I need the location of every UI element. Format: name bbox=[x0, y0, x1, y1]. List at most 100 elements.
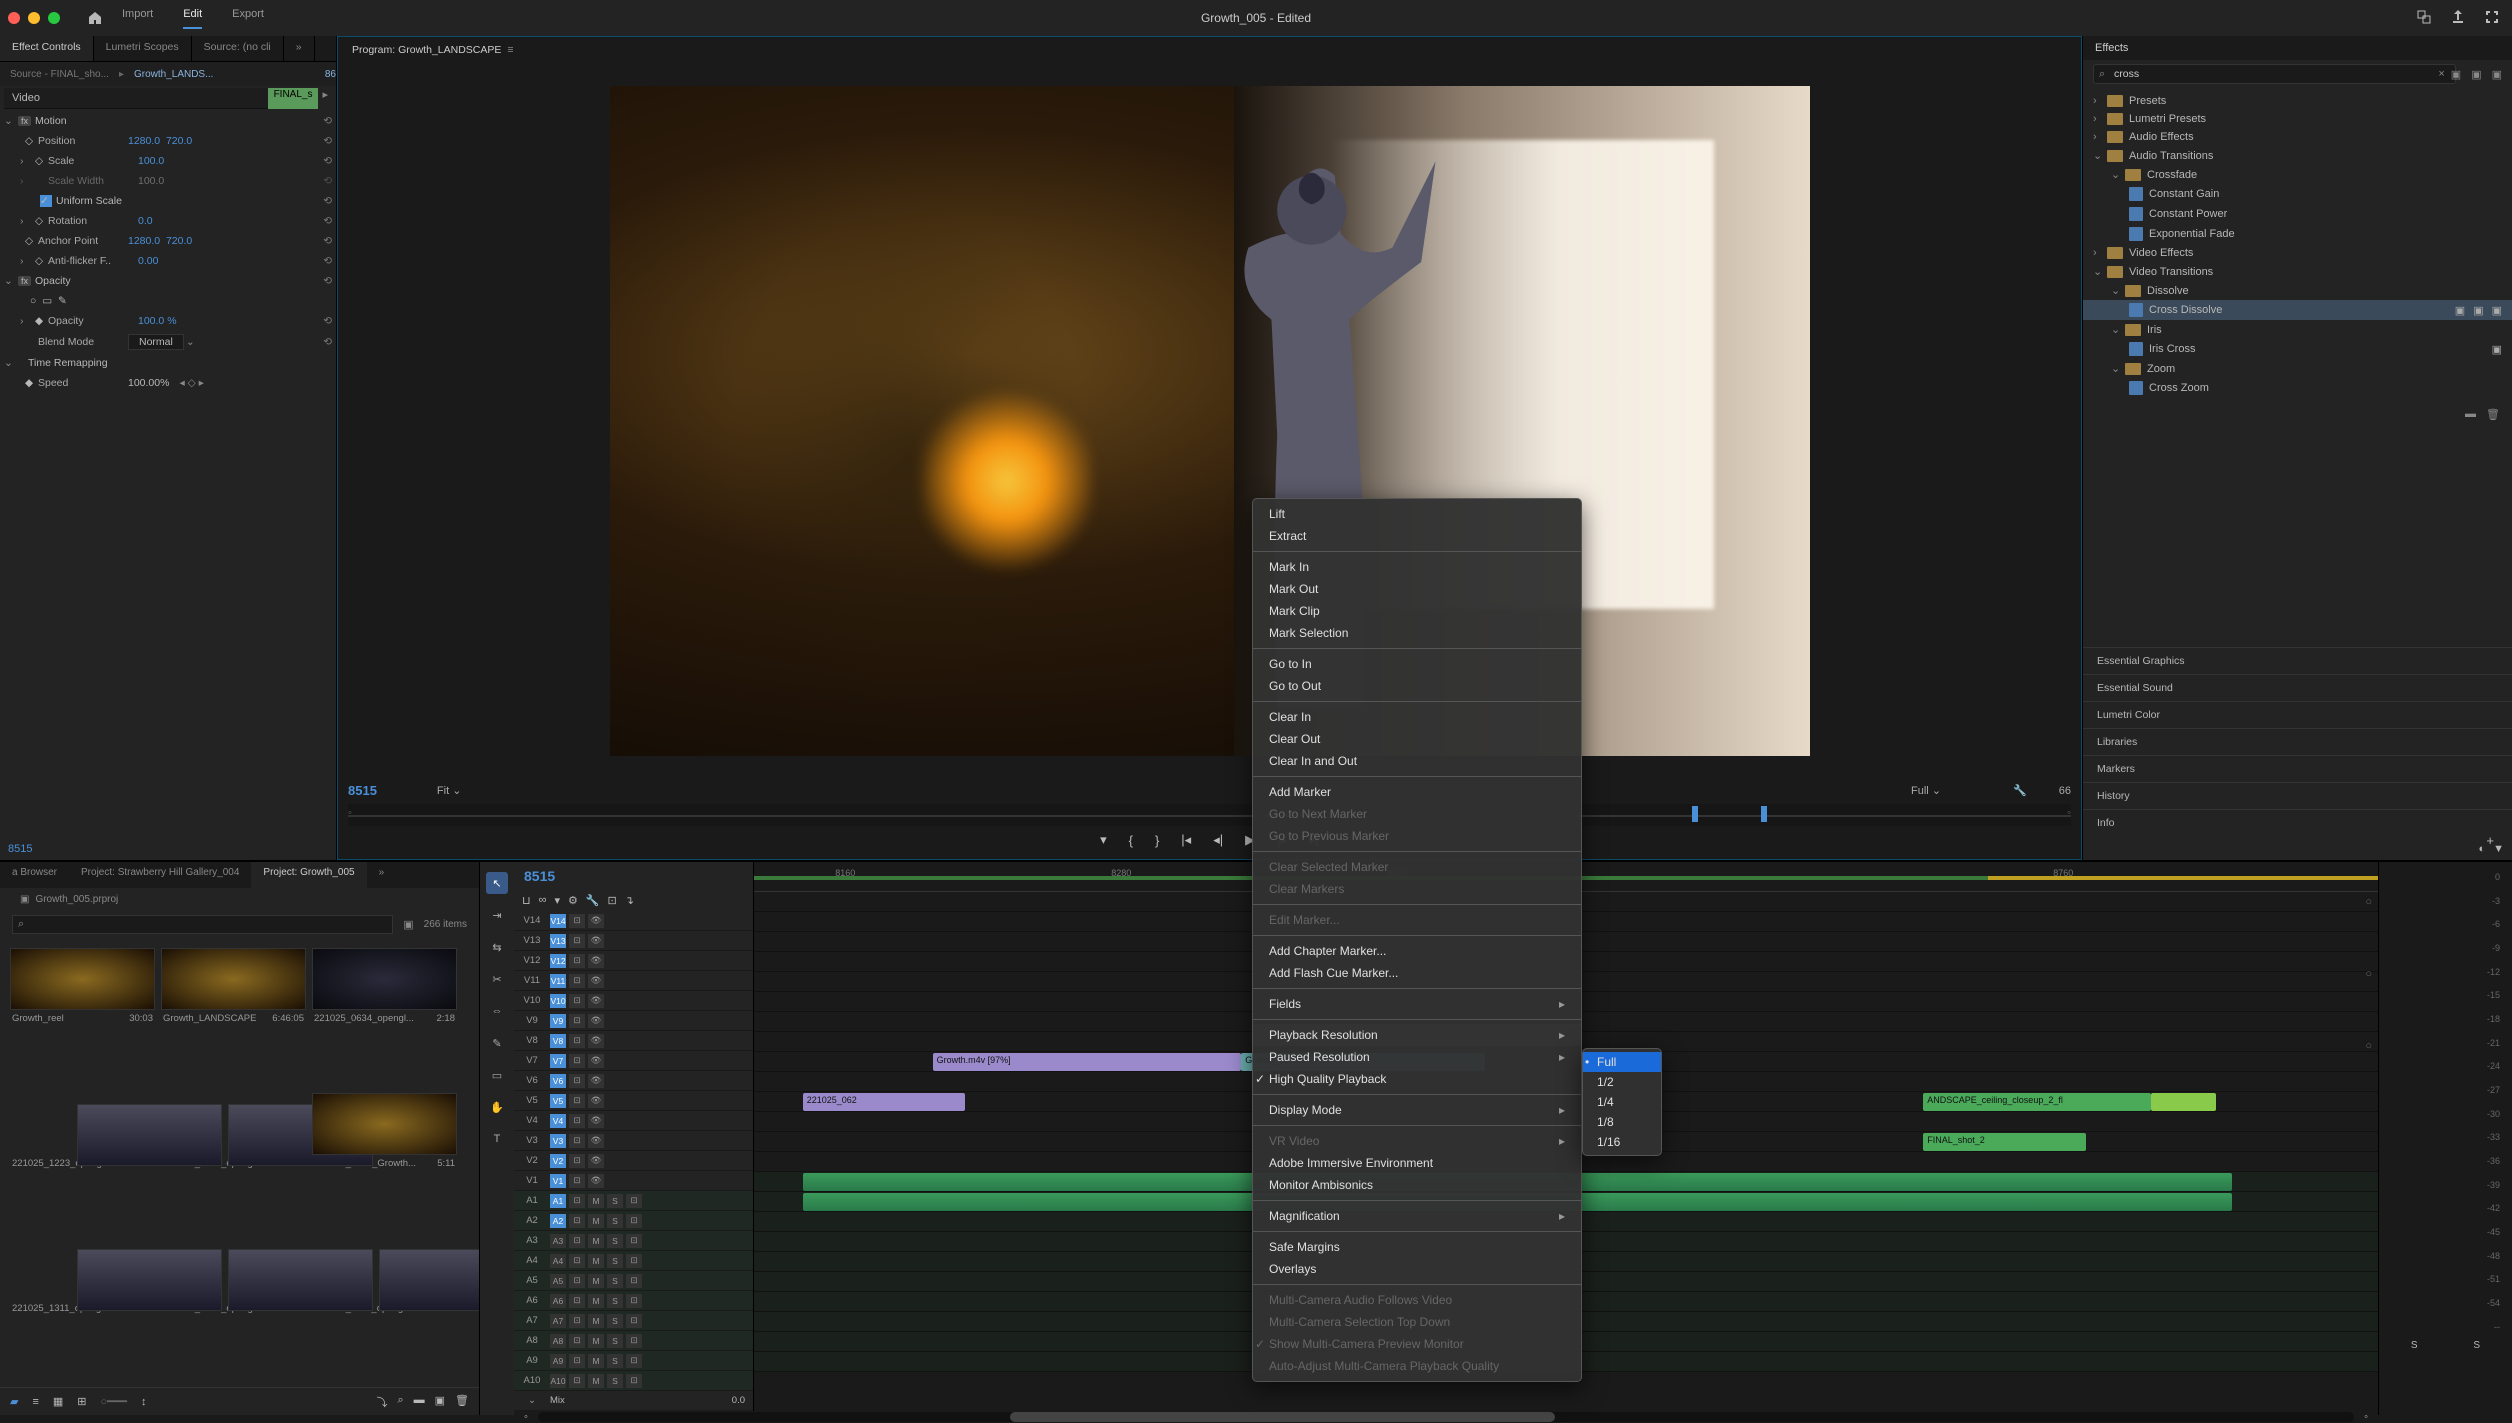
fx-opacity-header[interactable]: ⌄fxOpacity⟲ bbox=[0, 271, 336, 291]
clip-062[interactable]: 221025_062 bbox=[803, 1093, 965, 1111]
cm-mark-out[interactable]: Mark Out bbox=[1253, 578, 1581, 600]
fx-cross-zoom[interactable]: Cross Zoom bbox=[2083, 378, 2512, 398]
cm-add-flash-cue[interactable]: Add Flash Cue Marker... bbox=[1253, 962, 1581, 984]
project-bin-item[interactable]: 221025_0634_opengl...2:18 bbox=[312, 948, 457, 1087]
fx-motion-header[interactable]: ⌄fxMotion⟲ bbox=[0, 111, 336, 131]
cm-mark-clip[interactable]: Mark Clip bbox=[1253, 600, 1581, 622]
new-item-icon[interactable]: ▣ bbox=[435, 1394, 445, 1410]
panel-essential-sound[interactable]: Essential Sound bbox=[2083, 674, 2512, 701]
rect-mask-icon[interactable]: ▭ bbox=[42, 295, 52, 307]
cm-monitor-ambisonics[interactable]: Monitor Ambisonics bbox=[1253, 1174, 1581, 1196]
new-bin-icon[interactable]: ▬ bbox=[414, 1394, 425, 1410]
folder-presets[interactable]: ›Presets bbox=[2083, 92, 2512, 110]
video-track-header[interactable]: V12V12⊡👁 bbox=[514, 951, 753, 971]
opacity-mask-tools[interactable]: ○ ▭ ✎ bbox=[0, 291, 336, 311]
out-point-marker[interactable] bbox=[1761, 806, 1767, 822]
fx-timeremap-header[interactable]: ⌄Time Remapping bbox=[0, 353, 336, 373]
folder-audio-effects[interactable]: ›Audio Effects bbox=[2083, 128, 2512, 146]
program-scrubber[interactable]: ◦ ◦ bbox=[348, 804, 2071, 826]
delete-icon[interactable]: 🗑 bbox=[2486, 408, 2500, 421]
bin-thumbnail[interactable] bbox=[312, 948, 457, 1010]
zoom-fit-dropdown[interactable]: Fit ⌄ bbox=[437, 784, 462, 797]
prop-blend-mode[interactable]: Blend ModeNormal⌄⟲ bbox=[0, 331, 336, 353]
panel-lumetri-color[interactable]: Lumetri Color bbox=[2083, 701, 2512, 728]
rectangle-tool[interactable]: ▭ bbox=[486, 1064, 508, 1086]
video-track-header[interactable]: V11V11⊡👁 bbox=[514, 971, 753, 991]
cm-paused-resolution[interactable]: Paused Resolution▸ bbox=[1253, 1046, 1581, 1068]
timeline-timecode[interactable]: 8515 bbox=[514, 862, 753, 890]
mix-track-header[interactable]: ⌄Mix0.0 bbox=[514, 1391, 753, 1411]
timeline-toggle-icon[interactable]: ▸ bbox=[318, 88, 332, 109]
trash-icon[interactable]: 🗑 bbox=[455, 1394, 469, 1410]
audio-track-header[interactable]: A6A6⊡MS⊡ bbox=[514, 1291, 753, 1311]
video-track-header[interactable]: V4V4⊡👁 bbox=[514, 1111, 753, 1131]
freeform-view-icon[interactable]: ⊞ bbox=[77, 1395, 86, 1408]
clip-ceiling[interactable]: ANDSCAPE_ceiling_closeup_2_fl bbox=[1923, 1093, 2150, 1111]
project-bin-item[interactable]: 221025_1223_opengl...5:11 bbox=[10, 1093, 155, 1232]
cm-add-chapter[interactable]: Add Chapter Marker... bbox=[1253, 940, 1581, 962]
track-collapse-handle[interactable]: ○ bbox=[2365, 1040, 2372, 1052]
bin-thumbnail[interactable] bbox=[228, 1249, 373, 1311]
cm-overlays[interactable]: Overlays bbox=[1253, 1258, 1581, 1280]
tab-overflow[interactable]: » bbox=[284, 36, 315, 61]
slip-tool[interactable]: ⇔ bbox=[486, 1000, 508, 1022]
zoom-in-handle[interactable]: ◦ bbox=[2364, 1411, 2368, 1423]
effects-search-input[interactable] bbox=[2093, 64, 2456, 84]
search-clear-icon[interactable]: × bbox=[2438, 68, 2444, 80]
tl-snap-icon[interactable]: ⊔ bbox=[522, 894, 531, 907]
clip-final-v[interactable] bbox=[2151, 1093, 2216, 1111]
close-window-button[interactable] bbox=[8, 12, 20, 24]
cm-mark-in[interactable]: Mark In bbox=[1253, 556, 1581, 578]
bin-thumbnail[interactable] bbox=[312, 1093, 457, 1155]
ripple-edit-tool[interactable]: ⇆ bbox=[486, 936, 508, 958]
maximize-window-button[interactable] bbox=[48, 12, 60, 24]
prop-antiflicker[interactable]: ›◇Anti-flicker F..0.00⟲ bbox=[0, 251, 336, 271]
ec-timecode[interactable]: 8515 bbox=[8, 843, 32, 855]
in-point-marker[interactable] bbox=[1692, 806, 1698, 822]
minimize-window-button[interactable] bbox=[28, 12, 40, 24]
video-track-header[interactable]: V14V14⊡👁 bbox=[514, 911, 753, 931]
sm-quarter[interactable]: 1/4 bbox=[1583, 1092, 1661, 1112]
new-bin-icon[interactable]: ▬ bbox=[2465, 408, 2476, 421]
cm-display-mode[interactable]: Display Mode▸ bbox=[1253, 1099, 1581, 1121]
type-tool[interactable]: T bbox=[486, 1128, 508, 1150]
share-icon[interactable] bbox=[2450, 9, 2466, 28]
bin-thumbnail[interactable] bbox=[77, 1249, 222, 1311]
sort-icon[interactable]: ↕ bbox=[141, 1396, 147, 1408]
cm-mark-selection[interactable]: Mark Selection bbox=[1253, 622, 1581, 644]
mark-out-button[interactable]: } bbox=[1155, 833, 1159, 848]
video-track-header[interactable]: V9V9⊡👁 bbox=[514, 1011, 753, 1031]
zoom-slider[interactable]: ○━━━ bbox=[101, 1395, 128, 1408]
tab-effect-controls[interactable]: Effect Controls bbox=[0, 36, 94, 61]
prop-anchor-point[interactable]: ◇Anchor Point1280.0 720.0⟲ bbox=[0, 231, 336, 251]
video-section-header[interactable]: Video bbox=[4, 88, 268, 109]
fx-constant-power[interactable]: Constant Power bbox=[2083, 204, 2512, 224]
find-icon[interactable]: ⌕ bbox=[397, 1394, 403, 1410]
bin-thumbnail[interactable] bbox=[77, 1104, 222, 1166]
folder-audio-transitions[interactable]: ⌄Audio Transitions bbox=[2083, 146, 2512, 165]
cm-clear-inout[interactable]: Clear In and Out bbox=[1253, 750, 1581, 772]
program-viewer[interactable] bbox=[338, 63, 2081, 779]
project-tab-other[interactable]: Project: Strawberry Hill Gallery_004 bbox=[69, 862, 251, 888]
track-collapse-handle[interactable]: ○ bbox=[2365, 896, 2372, 908]
cm-clear-in[interactable]: Clear In bbox=[1253, 706, 1581, 728]
prop-uniform-scale[interactable]: ✓Uniform Scale⟲ bbox=[0, 191, 336, 211]
tl-settings-icon[interactable]: ⚙ bbox=[568, 894, 578, 907]
folder-iris[interactable]: ⌄Iris bbox=[2083, 320, 2512, 339]
workspace-tab-import[interactable]: Import bbox=[122, 8, 153, 29]
cm-add-marker[interactable]: Add Marker bbox=[1253, 781, 1581, 803]
folder-zoom[interactable]: ⌄Zoom bbox=[2083, 359, 2512, 378]
bin-thumbnail[interactable] bbox=[10, 948, 155, 1010]
program-tab[interactable]: Program: Growth_LANDSCAPE bbox=[352, 44, 501, 56]
add-marker-button[interactable]: ▾ bbox=[1100, 832, 1107, 848]
ec-settings-icon[interactable]: ◐ bbox=[2478, 843, 2485, 855]
video-track-header[interactable]: V8V8⊡👁 bbox=[514, 1031, 753, 1051]
hand-tool[interactable]: ✋ bbox=[486, 1096, 508, 1118]
cm-playback-resolution[interactable]: Playback Resolution▸ bbox=[1253, 1024, 1581, 1046]
tl-more-icon[interactable]: ↴ bbox=[625, 894, 634, 907]
audio-track-header[interactable]: A8A8⊡MS⊡ bbox=[514, 1331, 753, 1351]
fx-accelerated-icon[interactable]: ▣ bbox=[2451, 68, 2461, 81]
audio-track-header[interactable]: A10A10⊡MS⊡ bbox=[514, 1371, 753, 1391]
selection-tool[interactable]: ↖ bbox=[486, 872, 508, 894]
razor-tool[interactable]: ✂ bbox=[486, 968, 508, 990]
